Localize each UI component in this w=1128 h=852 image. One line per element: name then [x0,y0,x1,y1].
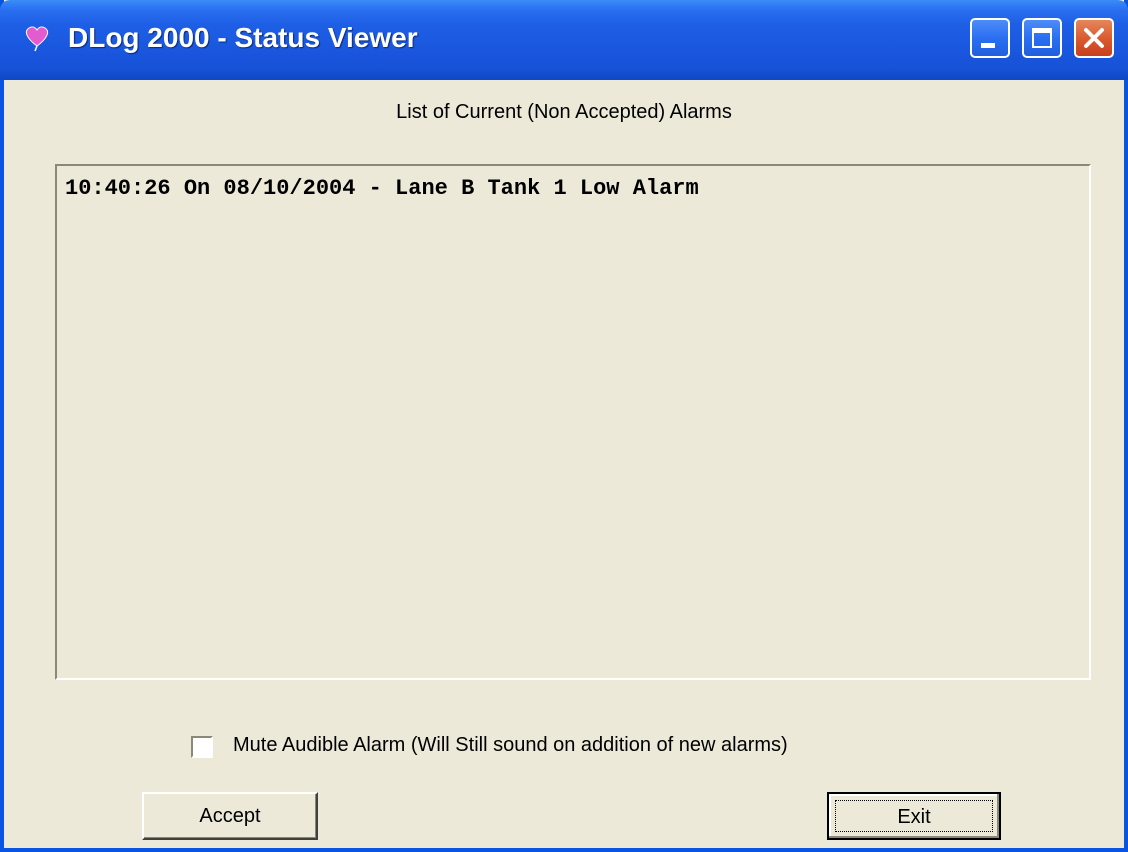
window-title: DLog 2000 - Status Viewer [68,22,418,53]
mute-audible-alarm-checkbox[interactable] [191,736,213,758]
exit-button-label: Exit [835,800,993,832]
exit-button[interactable]: Exit [827,792,1001,840]
close-icon [1084,28,1104,48]
accept-button[interactable]: Accept [142,792,318,840]
close-button[interactable] [1074,18,1114,58]
maximize-icon [1032,28,1052,48]
alarm-listbox[interactable]: 10:40:26 On 08/10/2004 - Lane B Tank 1 L… [55,164,1091,680]
title-bar[interactable]: DLog 2000 - Status Viewer [0,0,1128,80]
maximize-button[interactable] [1022,18,1062,58]
mute-audible-alarm-label[interactable]: Mute Audible Alarm (Will Still sound on … [233,734,788,757]
alarm-list-item[interactable]: 10:40:26 On 08/10/2004 - Lane B Tank 1 L… [65,176,1081,201]
heart-balloon-icon [25,26,49,52]
alarm-list-heading: List of Current (Non Accepted) Alarms [396,101,732,123]
minimize-icon [981,43,995,48]
status-viewer-window: DLog 2000 - Status Viewer List of Curren… [0,0,1128,852]
minimize-button[interactable] [970,18,1010,58]
